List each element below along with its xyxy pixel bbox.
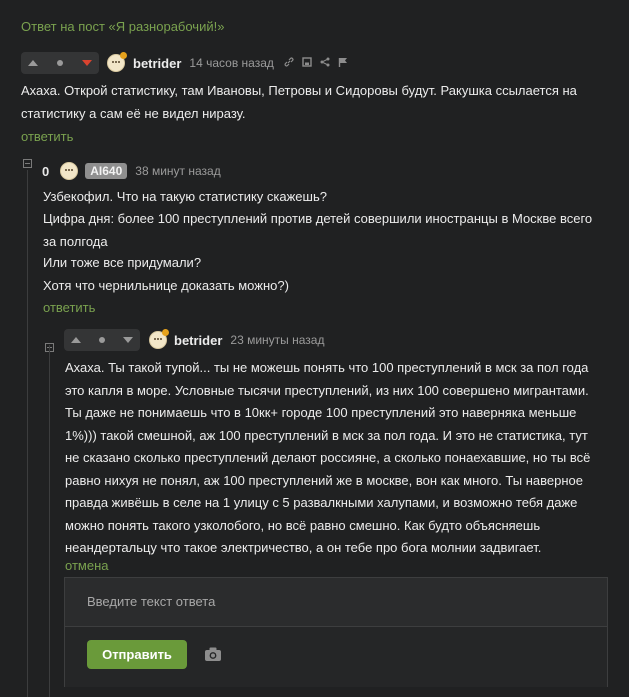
reply-input-placeholder: Введите текст ответа xyxy=(87,594,216,609)
thread-line[interactable] xyxy=(27,170,28,697)
comment2-source-link[interactable]: Цифра дня: более 100 преступлений против… xyxy=(43,208,603,253)
comment1-time[interactable]: 14 часов назад xyxy=(189,56,273,70)
comment2-header: 0 AI640 38 минут назад xyxy=(42,160,221,182)
comment1-vote-box xyxy=(21,52,99,74)
comment3-vote-box xyxy=(64,329,140,351)
flag-icon[interactable] xyxy=(338,57,348,70)
comment1-author[interactable]: betrider xyxy=(133,56,181,71)
avatar[interactable] xyxy=(107,52,127,72)
comment2-line1: Узбекофил. Что на такую статистику скаже… xyxy=(43,189,327,204)
comment2-time[interactable]: 38 минут назад xyxy=(135,164,220,178)
comment1-reply-link[interactable]: ответить xyxy=(21,129,73,144)
camera-icon[interactable] xyxy=(204,646,222,667)
badge-dot-icon xyxy=(120,52,127,59)
save-icon[interactable] xyxy=(302,56,312,70)
link-icon[interactable] xyxy=(284,57,294,70)
avatar[interactable] xyxy=(149,329,169,349)
comment3-header: betrider 23 минуты назад xyxy=(64,329,324,351)
downvote-icon[interactable] xyxy=(82,60,92,66)
comment2-line3: Или тоже все придумали? xyxy=(43,255,202,270)
upvote-icon[interactable] xyxy=(28,60,38,66)
comment2-author[interactable]: AI640 xyxy=(85,163,128,179)
send-button[interactable]: Отправить xyxy=(87,640,187,669)
reply-toolbar: Отправить xyxy=(65,626,607,687)
comment2-rating: 0 xyxy=(42,163,50,179)
comment3-cancel-link[interactable]: отмена xyxy=(65,558,108,573)
avatar[interactable] xyxy=(60,162,79,180)
upvote-icon[interactable] xyxy=(71,337,81,343)
share-icon[interactable] xyxy=(320,57,330,70)
comment3-text: Ахаха. Ты такой тупой... ты не можешь по… xyxy=(65,360,591,555)
reply-form: Введите текст ответа Отправить xyxy=(64,577,608,687)
collapse-thread-icon[interactable] xyxy=(23,159,32,168)
thread-line[interactable] xyxy=(49,345,50,697)
post-reference-link[interactable]: Ответ на пост «Я разнорабочий!» xyxy=(21,19,224,34)
downvote-icon[interactable] xyxy=(123,337,133,343)
rating-dot-icon xyxy=(99,337,105,343)
comment2-line4: Хотя что чернильнице доказать можно?) xyxy=(43,278,289,293)
comment3-author[interactable]: betrider xyxy=(174,333,222,348)
comment1-header: betrider 14 часов назад xyxy=(21,52,348,74)
badge-dot-icon xyxy=(162,329,169,336)
comment1-text: Ахаха. Открой статистику, там Ивановы, П… xyxy=(21,83,577,121)
comment3-time[interactable]: 23 минуты назад xyxy=(230,333,324,347)
comment2-reply-link[interactable]: ответить xyxy=(43,300,95,315)
rating-dot-icon xyxy=(57,60,63,66)
reply-input[interactable]: Введите текст ответа xyxy=(65,578,607,626)
